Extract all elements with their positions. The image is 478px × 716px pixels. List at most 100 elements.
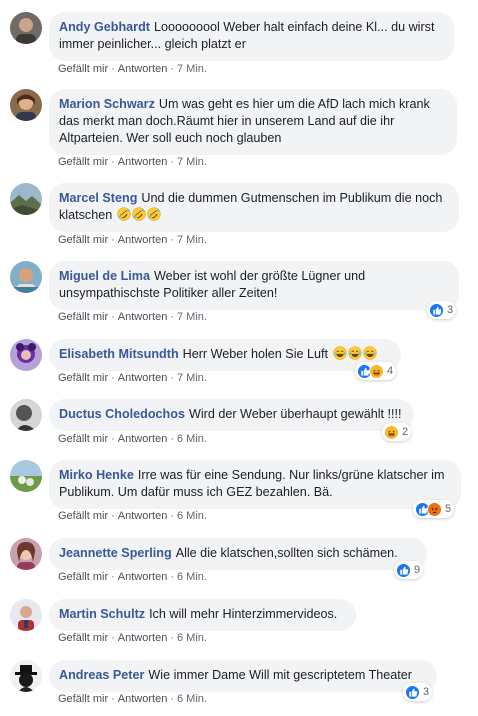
avatar[interactable]	[10, 399, 42, 431]
separator: ·	[111, 571, 115, 583]
like-link[interactable]: Gefällt mir	[58, 63, 108, 75]
like-link[interactable]: Gefällt mir	[58, 571, 108, 583]
reaction-count: 3	[423, 686, 430, 698]
comment-actions: Gefällt mir · Antworten · 7 Min.	[58, 63, 207, 75]
comment-timestamp[interactable]: 7 Min.	[177, 234, 207, 246]
like-link[interactable]: Gefällt mir	[58, 311, 108, 323]
comment-actions: Gefällt mir · Antworten · 6 Min.	[58, 632, 207, 644]
comment-author[interactable]: Andreas Peter	[59, 668, 144, 682]
comment-author[interactable]: Marion Schwarz	[59, 97, 155, 111]
comment-author[interactable]: Mirko Henke	[59, 468, 134, 482]
like-link[interactable]: Gefällt mir	[58, 632, 108, 644]
rofl-emoji-icon	[132, 207, 146, 221]
comment-timestamp[interactable]: 7 Min.	[177, 63, 207, 75]
comment-actions: Gefällt mir · Antworten · 7 Min.	[58, 372, 207, 384]
comment-bubble: Marcel Steng Und die dummen Gutmenschen i…	[49, 183, 459, 232]
comment-author[interactable]: Marcel Steng	[59, 191, 137, 205]
reaction-summary[interactable]: 4	[355, 362, 397, 380]
comment-author[interactable]: Andy Gebhardt	[59, 20, 150, 34]
like-link[interactable]: Gefällt mir	[58, 372, 108, 384]
like-reaction-icon	[396, 562, 411, 578]
separator: ·	[170, 311, 174, 323]
rofl-emoji-icon	[117, 207, 131, 221]
angry-reaction-icon	[427, 501, 442, 517]
avatar[interactable]	[10, 538, 42, 570]
comment-bubble: Ductus Choledochos Wird der Weber überhau…	[49, 399, 414, 431]
comment-actions: Gefällt mir · Antworten · 6 Min.	[58, 571, 207, 583]
reaction-summary[interactable]: 3	[427, 301, 457, 319]
separator: ·	[170, 510, 174, 522]
comment-actions: Gefällt mir · Antworten · 6 Min.	[58, 510, 207, 522]
comment-text: Alle die klatschen,sollten sich schämen.	[175, 546, 398, 560]
like-link[interactable]: Gefällt mir	[58, 433, 108, 445]
comment-author[interactable]: Ductus Choledochos	[59, 407, 185, 421]
comment-timestamp[interactable]: 6 Min.	[177, 510, 207, 522]
avatar[interactable]	[10, 599, 42, 631]
comment-actions: Gefällt mir · Antworten · 7 Min.	[58, 311, 207, 323]
comment-timestamp[interactable]: 6 Min.	[177, 571, 207, 583]
reply-link[interactable]: Antworten	[118, 311, 168, 323]
comment-timestamp[interactable]: 6 Min.	[177, 433, 207, 445]
comment-timestamp[interactable]: 6 Min.	[177, 693, 207, 705]
comment-timestamp[interactable]: 7 Min.	[177, 311, 207, 323]
comment-author[interactable]: Martin Schultz	[59, 607, 145, 621]
comment-bubble: Marion Schwarz Um was geht es hier um die…	[49, 89, 457, 155]
reply-link[interactable]: Antworten	[118, 63, 168, 75]
reaction-summary[interactable]: 3	[403, 683, 433, 701]
like-link[interactable]: Gefällt mir	[58, 693, 108, 705]
reply-link[interactable]: Antworten	[118, 632, 168, 644]
reply-link[interactable]: Antworten	[118, 156, 168, 168]
like-reaction-icon	[405, 684, 420, 700]
reply-link[interactable]: Antworten	[118, 571, 168, 583]
separator: ·	[111, 632, 115, 644]
separator: ·	[111, 693, 115, 705]
separator: ·	[170, 156, 174, 168]
reaction-count: 4	[387, 365, 394, 377]
reply-link[interactable]: Antworten	[118, 234, 168, 246]
like-link[interactable]: Gefällt mir	[58, 156, 108, 168]
laughing-emoji-icon	[348, 346, 362, 360]
comment-bubble: Andreas Peter Wie immer Dame Will mit ges…	[49, 660, 437, 692]
avatar[interactable]	[10, 89, 42, 121]
comment-timestamp[interactable]: 7 Min.	[177, 156, 207, 168]
reply-link[interactable]: Antworten	[118, 372, 168, 384]
laughing-emoji-icon	[363, 346, 377, 360]
comment-bubble: Jeannette Sperling Alle die klatschen,sol…	[49, 538, 427, 570]
comment-author[interactable]: Elisabeth Mitsundth	[59, 347, 179, 361]
separator: ·	[111, 510, 115, 522]
like-link[interactable]: Gefällt mir	[58, 234, 108, 246]
reaction-summary[interactable]: 5	[413, 500, 455, 518]
reaction-summary[interactable]: 2	[382, 423, 412, 441]
haha-reaction-icon	[384, 424, 399, 440]
comment-bubble: Martin Schultz Ich will mehr Hinterzimmer…	[49, 599, 356, 631]
reply-link[interactable]: Antworten	[118, 510, 168, 522]
separator: ·	[111, 433, 115, 445]
separator: ·	[170, 234, 174, 246]
avatar[interactable]	[10, 660, 42, 692]
separator: ·	[170, 63, 174, 75]
comment-timestamp[interactable]: 7 Min.	[177, 372, 207, 384]
avatar[interactable]	[10, 261, 42, 293]
avatar[interactable]	[10, 460, 42, 492]
comment-author[interactable]: Miguel de Lima	[59, 269, 150, 283]
avatar[interactable]	[10, 12, 42, 44]
comment-actions: Gefällt mir · Antworten · 7 Min.	[58, 156, 207, 168]
reply-link[interactable]: Antworten	[118, 433, 168, 445]
avatar[interactable]	[10, 339, 42, 371]
comment-text: Wie immer Dame Will mit gescriptetem The…	[148, 668, 412, 682]
comment-author[interactable]: Jeannette Sperling	[59, 546, 172, 560]
separator: ·	[170, 571, 174, 583]
comment-actions: Gefällt mir · Antworten · 6 Min.	[58, 693, 207, 705]
comment-bubble: Miguel de Lima Weber ist wohl der größte …	[49, 261, 459, 310]
separator: ·	[111, 156, 115, 168]
reaction-summary[interactable]: 9	[394, 561, 424, 579]
laughing-emoji-icon	[333, 346, 347, 360]
comment-timestamp[interactable]: 6 Min.	[177, 632, 207, 644]
avatar[interactable]	[10, 183, 42, 215]
reaction-count: 9	[414, 564, 421, 576]
like-link[interactable]: Gefällt mir	[58, 510, 108, 522]
reply-link[interactable]: Antworten	[118, 693, 168, 705]
separator: ·	[111, 63, 115, 75]
separator: ·	[170, 632, 174, 644]
reaction-count: 2	[402, 426, 409, 438]
